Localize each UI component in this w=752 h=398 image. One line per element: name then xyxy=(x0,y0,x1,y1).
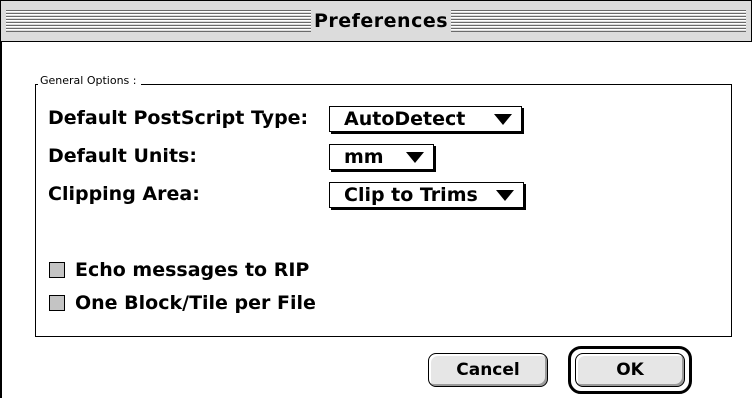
title-bar[interactable]: Preferences xyxy=(0,0,752,42)
ok-button[interactable]: OK xyxy=(575,353,685,387)
one-block-per-file-option[interactable]: One Block/Tile per File xyxy=(49,291,316,315)
units-value: mm xyxy=(344,146,384,168)
triangle-down-icon xyxy=(496,190,514,201)
postscript-type-value: AutoDetect xyxy=(344,108,466,130)
units-label: Default Units: xyxy=(48,145,197,167)
echo-messages-label: Echo messages to RIP xyxy=(75,259,310,281)
window-left-border xyxy=(0,42,2,398)
echo-messages-option[interactable]: Echo messages to RIP xyxy=(49,258,309,282)
window-title: Preferences xyxy=(311,7,451,35)
triangle-down-icon xyxy=(494,114,512,125)
echo-messages-checkbox[interactable] xyxy=(49,262,65,278)
clipping-area-label: Clipping Area: xyxy=(48,183,200,205)
postscript-type-label: Default PostScript Type: xyxy=(48,107,309,129)
cancel-button[interactable]: Cancel xyxy=(428,353,548,387)
one-block-per-file-checkbox[interactable] xyxy=(49,295,65,311)
general-options-legend: General Options : xyxy=(38,73,141,89)
postscript-type-popup[interactable]: AutoDetect xyxy=(329,106,522,132)
clipping-area-value: Clip to Trims xyxy=(344,184,478,206)
triangle-down-icon xyxy=(406,152,424,163)
one-block-per-file-label: One Block/Tile per File xyxy=(75,292,316,314)
preferences-window: Preferences General Options : Default Po… xyxy=(0,0,752,398)
clipping-area-popup[interactable]: Clip to Trims xyxy=(329,182,524,208)
units-popup[interactable]: mm xyxy=(329,144,434,170)
